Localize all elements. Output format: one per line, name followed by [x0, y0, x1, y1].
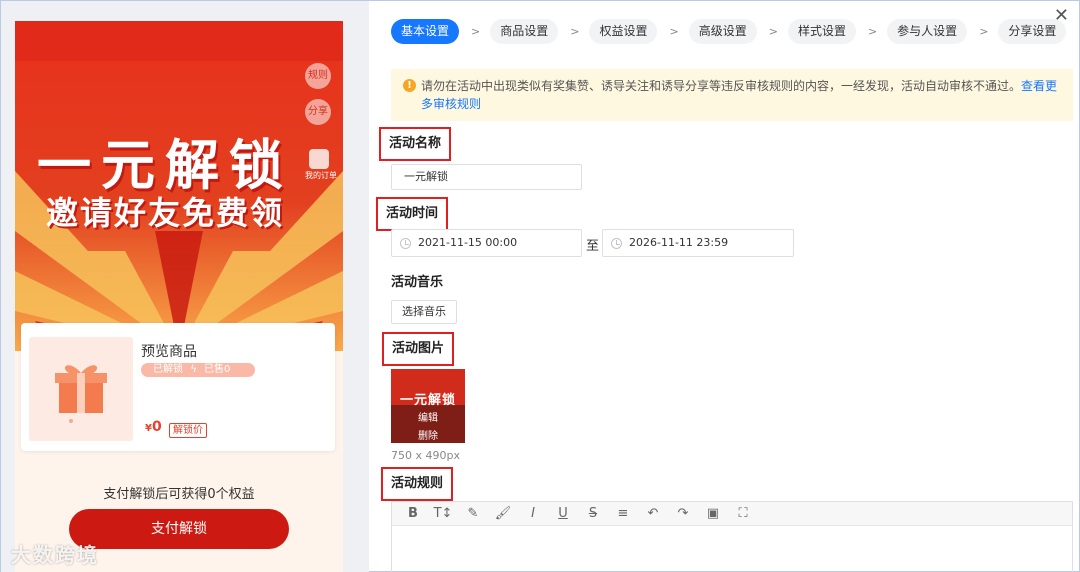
activity-image-label: 活动图片: [382, 332, 455, 366]
editor-toolbar: B T↕ ✎ 🖌 I U S ≡ ↶ ↷ ▣ ⛶: [392, 502, 1072, 526]
clock-icon: [400, 238, 411, 249]
tab-benefit-settings[interactable]: 权益设置: [589, 19, 658, 44]
image-delete-button[interactable]: 删除: [391, 427, 465, 442]
activity-image-thumbnail: 一元解锁 编辑 删除: [391, 369, 465, 443]
product-name: 预览商品: [141, 344, 197, 360]
tab-share-settings[interactable]: 分享设置: [998, 19, 1067, 44]
italic-icon[interactable]: I: [518, 506, 548, 521]
end-time-input[interactable]: 2026-11-11 23:59: [602, 229, 794, 257]
step-separator: >: [669, 25, 679, 38]
undo-icon[interactable]: ↶: [638, 506, 668, 521]
brush-icon[interactable]: 🖌: [488, 506, 518, 521]
align-icon[interactable]: ≡: [608, 506, 638, 521]
underline-icon[interactable]: U: [548, 506, 578, 521]
notice-text: 请勿在活动中出现类似有奖集赞、诱导关注和诱导分享等违反审核规则的内容，一经发现，…: [421, 79, 1022, 93]
tab-basic-settings[interactable]: 基本设置: [391, 19, 460, 44]
app-window: 规则 分享 我的订单 一元解锁 邀请好友免费领 预览商品 已解锁 ϟ 已售0 ¥…: [0, 0, 1080, 572]
tab-product-settings[interactable]: 商品设置: [490, 19, 559, 44]
activity-rules-label: 活动规则: [381, 467, 454, 501]
tab-advanced-settings[interactable]: 高级设置: [688, 19, 757, 44]
redo-icon[interactable]: ↷: [668, 506, 698, 521]
product-badges: 已解锁 ϟ 已售0: [141, 363, 255, 377]
image-edit-button[interactable]: 编辑: [391, 409, 465, 424]
sold-count: 已售0: [203, 364, 231, 375]
image-icon[interactable]: ▣: [698, 506, 728, 521]
unlock-price-tag: 解锁价: [169, 423, 207, 438]
preview-panel: 规则 分享 我的订单 一元解锁 邀请好友免费领 预览商品 已解锁 ϟ 已售0 ¥…: [1, 1, 369, 572]
bold-icon[interactable]: B: [398, 506, 428, 521]
font-size-icon[interactable]: T↕: [428, 506, 458, 521]
warning-icon: !: [403, 79, 416, 92]
rules-button[interactable]: 规则: [305, 63, 331, 89]
step-separator: >: [867, 25, 878, 38]
select-music-button[interactable]: 选择音乐: [391, 300, 457, 324]
image-size-hint: 750 x 490px: [391, 449, 460, 462]
banner-subtitle: 邀请好友免费领: [45, 194, 284, 232]
benefit-text: 支付解锁后可获得0个权益: [103, 487, 255, 502]
activity-name-label: 活动名称: [379, 127, 452, 161]
step-separator: >: [570, 25, 580, 38]
start-time-value: 2021-11-15 00:00: [418, 236, 518, 249]
time-range-separator: 至: [586, 239, 600, 254]
phone-preview: 规则 分享 我的订单 一元解锁 邀请好友免费领 预览商品 已解锁 ϟ 已售0 ¥…: [15, 21, 343, 572]
step-separator: >: [979, 25, 989, 38]
step-tabs: 基本设置 > 商品设置 > 权益设置 > 高级设置 > 样式设置 > 参与人设置…: [391, 19, 1067, 44]
bolt-icon: ϟ: [190, 364, 197, 375]
watermark: 大数跨境: [11, 543, 99, 567]
product-card: 预览商品 已解锁 ϟ 已售0 ¥0 解锁价: [21, 323, 335, 451]
tab-style-settings[interactable]: 样式设置: [787, 19, 856, 44]
strikethrough-icon[interactable]: S: [578, 506, 608, 521]
product-price: ¥0: [145, 419, 162, 435]
pay-unlock-button[interactable]: 支付解锁: [69, 509, 289, 549]
rules-editor[interactable]: B T↕ ✎ 🖌 I U S ≡ ↶ ↷ ▣ ⛶: [391, 501, 1073, 572]
pen-icon[interactable]: ✎: [458, 506, 488, 521]
activity-name-input[interactable]: 一元解锁: [391, 164, 582, 190]
step-separator: >: [471, 25, 481, 38]
tab-participant-settings[interactable]: 参与人设置: [887, 19, 968, 44]
start-time-input[interactable]: 2021-11-15 00:00: [391, 229, 582, 257]
currency-symbol: ¥: [145, 423, 152, 434]
activity-time-label: 活动时间: [376, 197, 449, 231]
fullscreen-icon[interactable]: ⛶: [728, 506, 758, 521]
end-time-value: 2026-11-11 23:59: [629, 236, 729, 249]
unlocked-count: 已解锁: [153, 364, 183, 375]
price-value: 0: [151, 419, 162, 435]
product-thumbnail: [29, 337, 133, 441]
activity-banner: 规则 分享 我的订单 一元解锁 邀请好友免费领: [15, 21, 343, 351]
clock-icon: [611, 238, 622, 249]
activity-music-label: 活动音乐: [391, 275, 444, 290]
gift-icon: [55, 365, 107, 423]
step-separator: >: [768, 25, 778, 38]
review-notice: ! 请勿在活动中出现类似有奖集赞、诱导关注和诱导分享等违反审核规则的内容，一经发…: [391, 69, 1073, 121]
